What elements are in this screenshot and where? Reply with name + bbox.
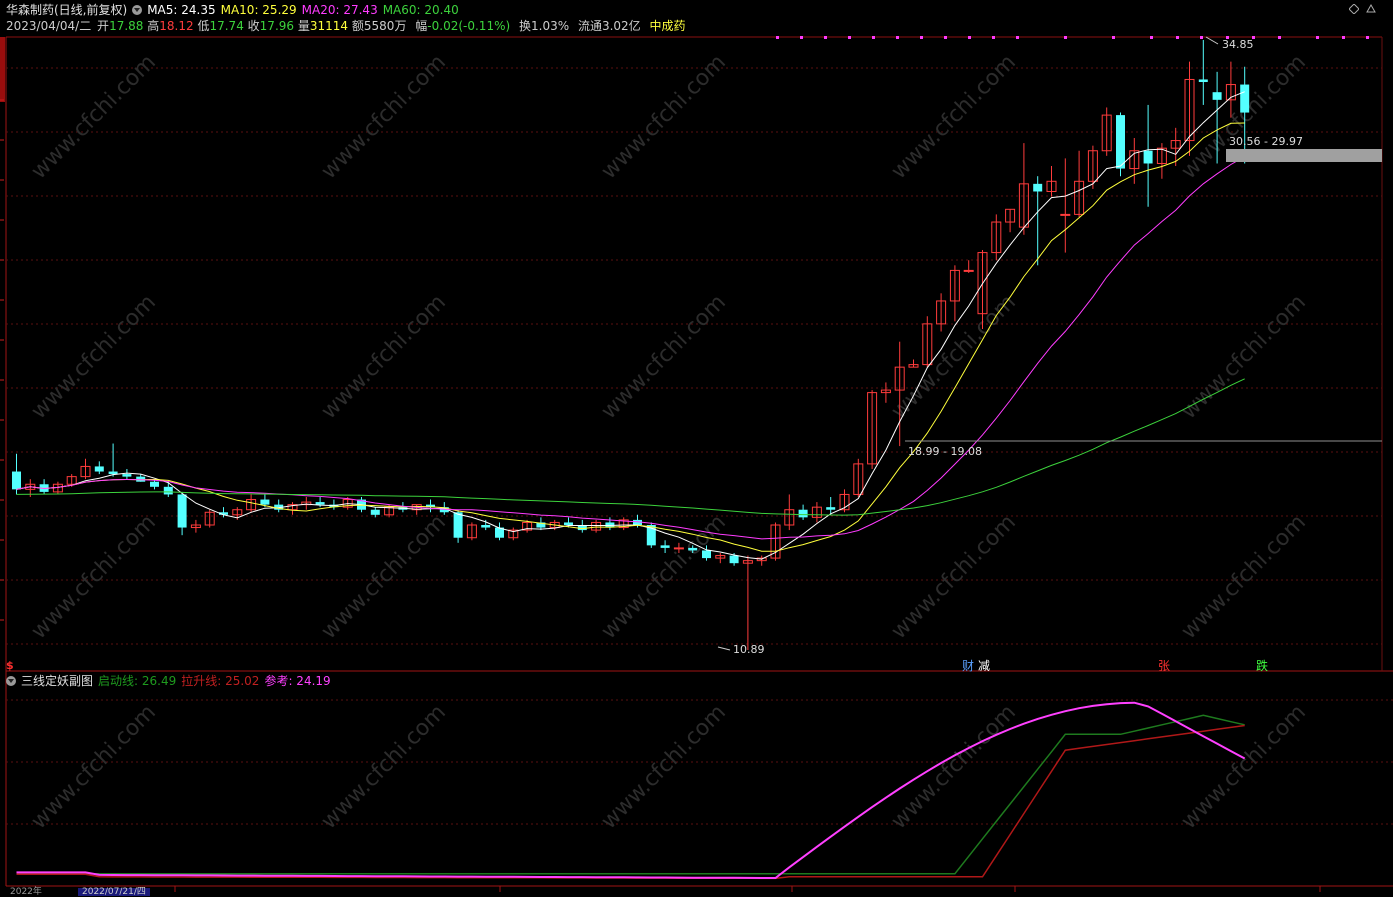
signal-dot bbox=[1150, 36, 1153, 39]
candle-body-down bbox=[660, 545, 670, 548]
bottom-selected-date[interactable]: 2022/07/21/四 bbox=[78, 888, 150, 897]
sub-chart-title[interactable]: 三线定妖副图 bbox=[21, 674, 93, 688]
candle-body-down bbox=[150, 481, 159, 487]
event-tag-jian[interactable]: 减 bbox=[978, 657, 990, 674]
signal-dot bbox=[1064, 36, 1067, 39]
candle-body-up bbox=[1060, 213, 1071, 216]
watermark-text: www.cfchi.com bbox=[597, 50, 731, 184]
candle-body-down bbox=[1116, 115, 1125, 169]
event-tag-cai[interactable]: 财 bbox=[962, 657, 974, 674]
watermark-text: www.cfchi.com bbox=[1177, 510, 1311, 644]
rise-line-label: 拉升线: 25.02 bbox=[181, 674, 260, 688]
candle-body-down bbox=[370, 509, 380, 515]
watermark-text: www.cfchi.com bbox=[597, 700, 731, 834]
watermark-text: www.cfchi.com bbox=[1177, 700, 1311, 834]
range-lower-label: 18.99 - 19.08 bbox=[908, 445, 982, 458]
watermark-text: www.cfchi.com bbox=[887, 700, 1021, 834]
candle-body-down bbox=[481, 524, 491, 528]
candle-body-down bbox=[108, 471, 118, 475]
price-annotations bbox=[717, 36, 1382, 651]
signal-dot bbox=[1016, 36, 1019, 39]
ref-line-label: 参考: 24.19 bbox=[264, 674, 331, 688]
signal-dot bbox=[1366, 36, 1369, 39]
candle-body-down bbox=[798, 509, 808, 518]
signal-dot bbox=[992, 36, 995, 39]
price-chart-canvas[interactable]: www.cfchi.com www.cfchi.com www.cfchi.com w… bbox=[0, 0, 1393, 896]
signal-dot bbox=[1176, 36, 1179, 39]
candle-body-down bbox=[688, 547, 698, 551]
signal-dot bbox=[800, 36, 803, 39]
candle-body-down bbox=[177, 494, 187, 528]
signal-dot bbox=[920, 36, 923, 39]
watermark-text: www.cfchi.com bbox=[27, 700, 161, 834]
candle-body-down bbox=[826, 507, 836, 510]
event-tag-die[interactable]: 跌 bbox=[1256, 657, 1268, 674]
candle-body-down bbox=[163, 486, 173, 495]
candle-body-down bbox=[729, 555, 739, 564]
candle-body-down bbox=[260, 499, 270, 505]
sub-collapse-toggle-icon[interactable] bbox=[6, 676, 16, 686]
watermark-text: www.cfchi.com bbox=[1177, 50, 1311, 184]
low-pointer bbox=[717, 646, 731, 651]
watermark-text: www.cfchi.com bbox=[887, 50, 1021, 184]
candle-body-down bbox=[1212, 92, 1222, 100]
dollar-marker: $ bbox=[6, 659, 14, 672]
candle-body-down bbox=[453, 512, 463, 538]
candle-body-down bbox=[1033, 183, 1043, 192]
signal-dot bbox=[1316, 36, 1319, 39]
candle-body-down bbox=[702, 550, 711, 559]
signal-dot bbox=[944, 36, 947, 39]
watermark-text: www.cfchi.com bbox=[27, 290, 161, 424]
event-tag-zhang[interactable]: 张 bbox=[1158, 657, 1170, 674]
range-box-upper bbox=[1226, 149, 1382, 162]
candle-body-up bbox=[963, 269, 974, 272]
watermark-text: www.cfchi.com bbox=[317, 290, 451, 424]
bottom-year-label: 2022年 bbox=[10, 887, 42, 897]
watermark-text: www.cfchi.com bbox=[597, 510, 731, 644]
low-price-marker: 10.89 bbox=[733, 643, 765, 656]
high-price-marker: 34.85 bbox=[1222, 38, 1254, 51]
candle-body-up bbox=[673, 547, 684, 550]
watermark-text: www.cfchi.com bbox=[597, 290, 731, 424]
watermark-text: www.cfchi.com bbox=[27, 510, 161, 644]
watermark-text: www.cfchi.com bbox=[317, 510, 451, 644]
high-pointer bbox=[1205, 36, 1219, 45]
signal-dot bbox=[824, 36, 827, 39]
watermark-text: www.cfchi.com bbox=[887, 510, 1021, 644]
left-scale-strip bbox=[0, 37, 5, 102]
stock-chart-window: 华森制药(日线,前复权) MA5: 24.35 MA10: 25.29 MA20: 2… bbox=[0, 0, 1393, 897]
candle-body-down bbox=[315, 502, 325, 505]
candle-body-down bbox=[1198, 79, 1208, 83]
signal-dot bbox=[1112, 36, 1115, 39]
signal-dot bbox=[1200, 36, 1203, 39]
range-upper-label: 30.56 - 29.97 bbox=[1229, 135, 1303, 148]
watermark-text: www.cfchi.com bbox=[1177, 290, 1311, 424]
candle-body-down bbox=[1143, 150, 1153, 164]
signal-dot bbox=[968, 36, 971, 39]
candle-body-down bbox=[122, 474, 132, 477]
signal-dot bbox=[848, 36, 851, 39]
signal-dot bbox=[872, 36, 875, 39]
start-line-label: 启动线: 26.49 bbox=[98, 674, 177, 688]
signal-dot bbox=[896, 36, 899, 39]
candle-body-down bbox=[12, 471, 21, 490]
watermark-text: www.cfchi.com bbox=[27, 50, 161, 184]
sub-chart-header: 三线定妖副图 启动线: 26.49 拉升线: 25.02 参考: 24.19 bbox=[6, 673, 336, 689]
signal-dot bbox=[1278, 36, 1281, 39]
candle-body-down bbox=[94, 466, 104, 472]
candle-body-down bbox=[564, 522, 573, 525]
candle-body-down bbox=[1240, 84, 1250, 113]
signal-dot bbox=[1342, 36, 1345, 39]
signal-dot bbox=[776, 36, 779, 39]
watermark-text: www.cfchi.com bbox=[317, 50, 451, 184]
watermark-text: www.cfchi.com bbox=[317, 700, 451, 834]
